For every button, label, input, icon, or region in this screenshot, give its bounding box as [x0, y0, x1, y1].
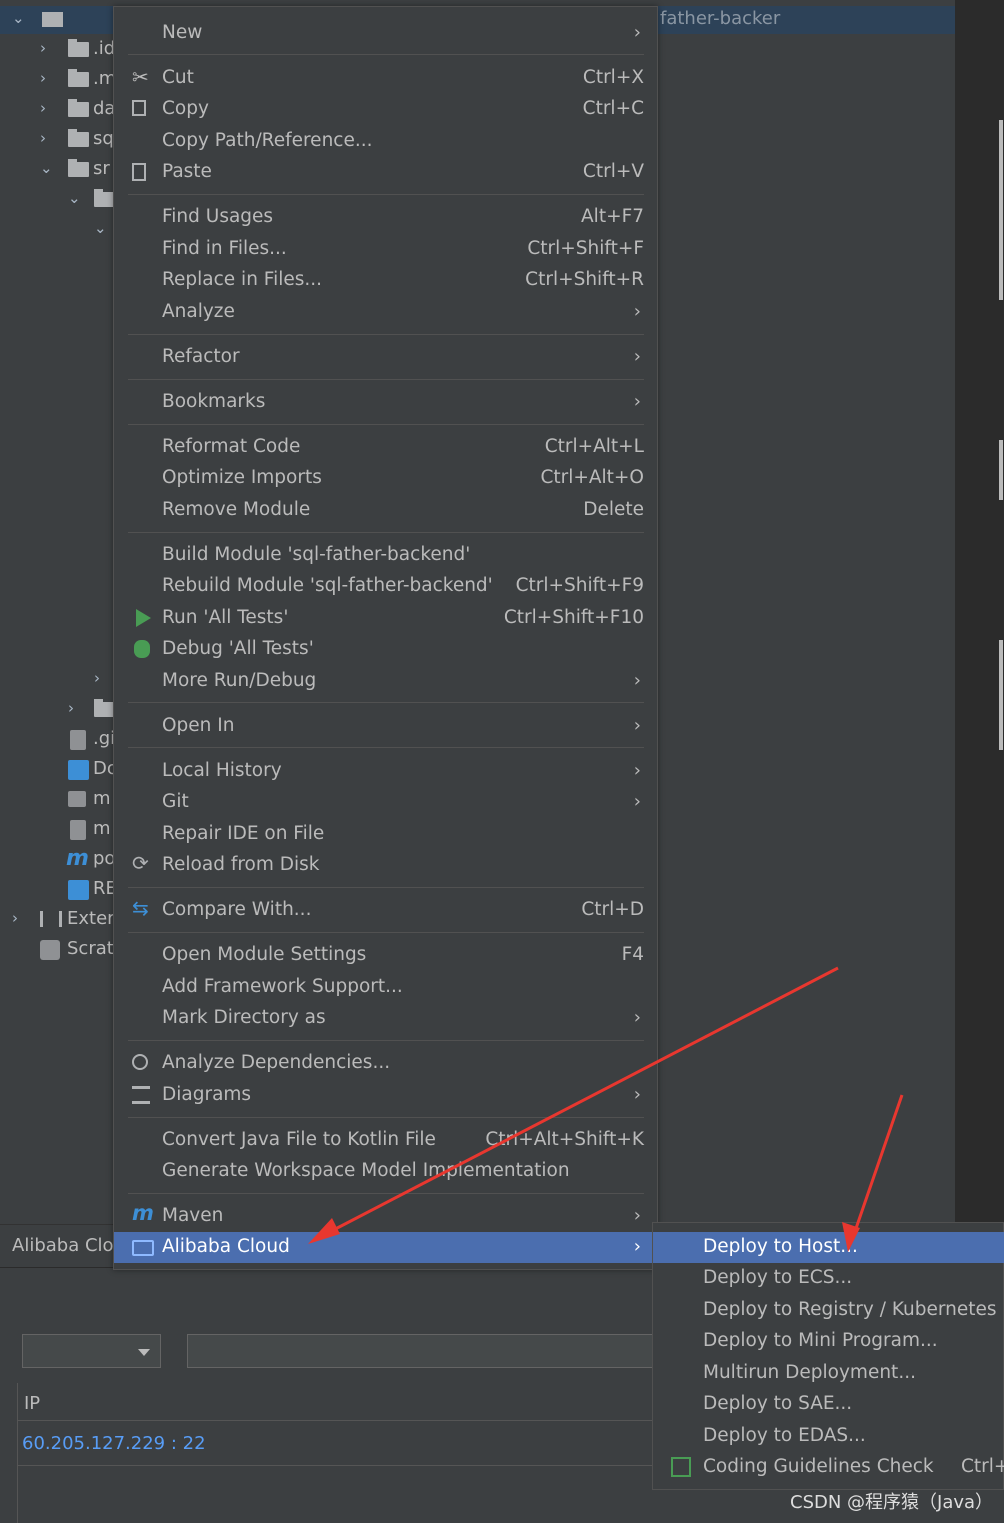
watermark: CSDN @程序猿（Java） — [790, 1492, 994, 1513]
annotation-arrow — [308, 966, 839, 1244]
annotation-arrows — [308, 966, 904, 1252]
annotation-arrow — [842, 1094, 904, 1252]
